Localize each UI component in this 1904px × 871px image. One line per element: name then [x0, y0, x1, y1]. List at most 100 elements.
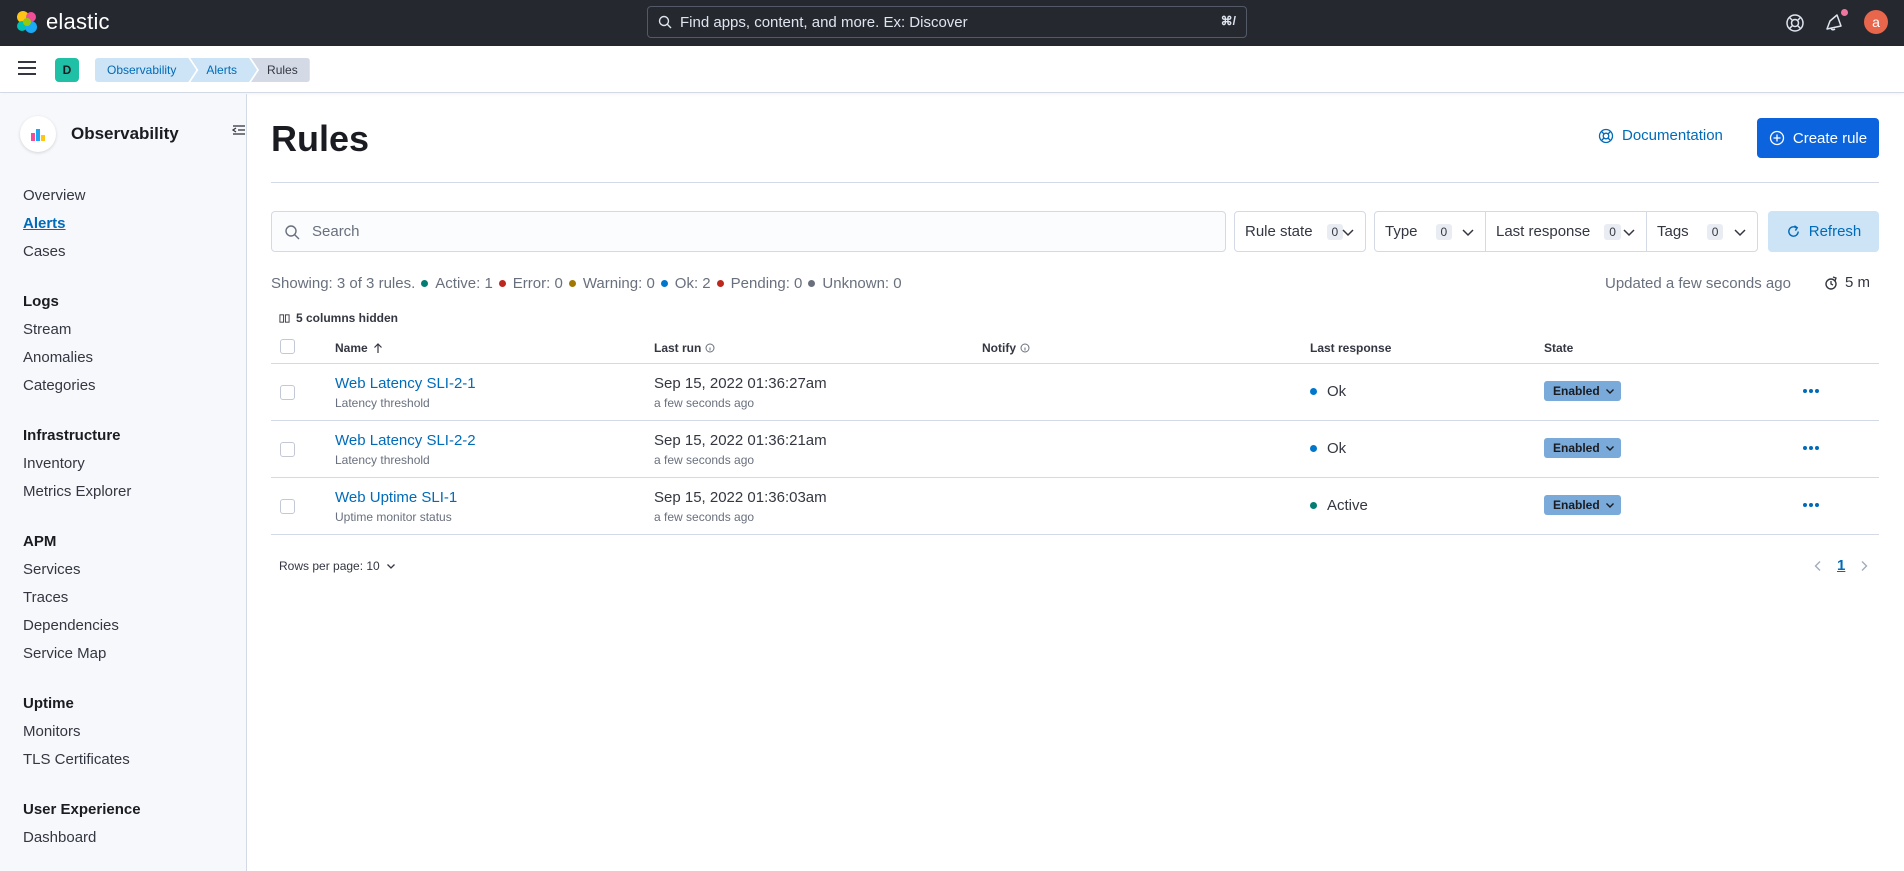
- type-filter-label: Type: [1385, 223, 1418, 240]
- rows-per-page-selector[interactable]: Rows per page: 10: [279, 559, 396, 573]
- info-icon: [705, 343, 715, 353]
- plus-in-circle-icon: [1769, 130, 1785, 146]
- observability-logo-icon: [20, 116, 56, 152]
- active-status-dot: [421, 280, 429, 287]
- sidebar-item-monitors[interactable]: Monitors: [23, 718, 233, 746]
- type-filter[interactable]: Type 0: [1374, 211, 1486, 252]
- top-header: elastic Find apps, content, and more. Ex…: [0, 0, 1904, 46]
- column-header-last-run[interactable]: Last run: [654, 341, 715, 355]
- showing-count: Showing: 3 of 3 rules.: [271, 275, 416, 292]
- sidebar-item-dependencies[interactable]: Dependencies: [23, 612, 233, 640]
- chevron-right-icon[interactable]: [1859, 560, 1869, 572]
- rule-name-link[interactable]: Web Latency SLI-2-2: [335, 432, 476, 449]
- column-header-notify-label: Notify: [982, 341, 1016, 355]
- more-actions-icon[interactable]: [1802, 388, 1820, 394]
- rules-search-input[interactable]: Search: [271, 211, 1226, 252]
- page-number-current[interactable]: 1: [1837, 557, 1845, 574]
- rule-type: Latency threshold: [335, 453, 430, 467]
- sidebar-item-anomalies[interactable]: Anomalies: [23, 344, 233, 372]
- ok-count: Ok: 2: [674, 275, 711, 292]
- sidebar-item-categories[interactable]: Categories: [23, 372, 233, 400]
- divider: [271, 182, 1879, 183]
- sidebar-group-logs: Logs: [23, 293, 59, 310]
- warning-count: Warning: 0: [582, 275, 655, 292]
- more-actions-icon[interactable]: [1802, 502, 1820, 508]
- column-header-last-run-label: Last run: [654, 341, 702, 355]
- rule-state-dropdown[interactable]: Enabled: [1544, 381, 1621, 401]
- sidebar-item-alerts[interactable]: Alerts: [23, 210, 233, 238]
- last-response-status: Active: [1310, 497, 1368, 514]
- column-header-name[interactable]: Name: [335, 341, 384, 355]
- create-rule-button[interactable]: Create rule: [1757, 118, 1879, 158]
- sidebar-item-service-map[interactable]: Service Map: [23, 640, 233, 668]
- sidebar-item-services[interactable]: Services: [23, 556, 233, 584]
- help-icon[interactable]: [1784, 12, 1806, 34]
- row-checkbox[interactable]: [280, 442, 295, 457]
- columns-icon: [279, 313, 290, 323]
- chevron-down-icon: [1605, 503, 1614, 508]
- last-response-label: Ok: [1327, 440, 1347, 457]
- more-actions-icon[interactable]: [1802, 445, 1820, 451]
- last-response-filter[interactable]: Last response 0: [1485, 211, 1647, 252]
- row-checkbox[interactable]: [280, 499, 295, 514]
- columns-hidden-toggle[interactable]: 5 columns hidden: [279, 311, 398, 325]
- table-row: Web Latency SLI-2-1 Latency threshold Se…: [271, 364, 1879, 421]
- row-checkbox[interactable]: [280, 385, 295, 400]
- menu-toggle-icon[interactable]: [18, 61, 36, 75]
- warning-status-dot: [568, 280, 576, 287]
- elastic-logo[interactable]: elastic: [14, 9, 110, 35]
- rule-state-dropdown[interactable]: Enabled: [1544, 438, 1621, 458]
- global-search[interactable]: Find apps, content, and more. Ex: Discov…: [647, 6, 1247, 38]
- table-row: Web Uptime SLI-1 Uptime monitor status S…: [271, 478, 1879, 535]
- rule-name-link[interactable]: Web Latency SLI-2-1: [335, 375, 476, 392]
- rule-name-link[interactable]: Web Uptime SLI-1: [335, 489, 457, 506]
- chevron-down-icon: [1734, 229, 1746, 237]
- breadcrumb-observability[interactable]: Observability: [95, 58, 196, 82]
- user-avatar[interactable]: a: [1864, 10, 1888, 34]
- last-run-date: Sep 15, 2022 01:36:27am: [654, 375, 827, 392]
- chevron-down-icon: [1605, 389, 1614, 394]
- rule-type: Latency threshold: [335, 396, 430, 410]
- side-nav-header: Observability: [20, 116, 179, 152]
- sidebar-group-uptime: Uptime: [23, 695, 74, 712]
- rule-state-filter[interactable]: Rule state 0: [1234, 211, 1366, 252]
- sidebar-item-overview[interactable]: Overview: [23, 182, 233, 210]
- chevron-left-icon[interactable]: [1813, 560, 1823, 572]
- refresh-interval[interactable]: 5 m: [1823, 274, 1870, 291]
- column-header-state[interactable]: State: [1544, 341, 1573, 355]
- column-header-name-label: Name: [335, 341, 368, 355]
- sidebar-item-stream[interactable]: Stream: [23, 316, 233, 344]
- sidebar-item-tls-certificates[interactable]: TLS Certificates: [23, 746, 233, 774]
- main-content: Rules Documentation Create rule Search R…: [248, 94, 1904, 871]
- column-header-notify[interactable]: Notify: [982, 341, 1030, 355]
- breadcrumb-alerts[interactable]: Alerts: [190, 58, 257, 82]
- rule-state-dropdown[interactable]: Enabled: [1544, 495, 1621, 515]
- sidebar-item-traces[interactable]: Traces: [23, 584, 233, 612]
- collapse-nav-icon[interactable]: [231, 122, 247, 138]
- space-avatar[interactable]: D: [55, 58, 79, 82]
- rule-type: Uptime monitor status: [335, 510, 452, 524]
- side-nav-list: Overview Alerts Cases Logs Stream Anomal…: [23, 182, 233, 852]
- sidebar-item-dashboard[interactable]: Dashboard: [23, 824, 233, 852]
- chevron-down-icon: [1342, 229, 1354, 237]
- chevron-down-icon: [1623, 229, 1635, 237]
- last-response-filter-label: Last response: [1496, 223, 1591, 240]
- chevron-down-icon: [1462, 229, 1474, 237]
- pending-status-dot: [716, 280, 724, 287]
- global-search-placeholder: Find apps, content, and more. Ex: Discov…: [680, 13, 968, 31]
- refresh-label: Refresh: [1808, 223, 1862, 240]
- refresh-button[interactable]: Refresh: [1768, 211, 1879, 252]
- sidebar-item-cases[interactable]: Cases: [23, 238, 233, 266]
- column-header-last-response[interactable]: Last response: [1310, 341, 1391, 355]
- sidebar-item-inventory[interactable]: Inventory: [23, 450, 233, 478]
- search-icon: [658, 15, 672, 29]
- tags-filter[interactable]: Tags 0: [1646, 211, 1758, 252]
- documentation-link[interactable]: Documentation: [1598, 127, 1723, 144]
- last-response-label: Active: [1327, 497, 1368, 514]
- columns-hidden-label: 5 columns hidden: [296, 311, 399, 325]
- sidebar-item-metrics-explorer[interactable]: Metrics Explorer: [23, 478, 233, 506]
- rules-search-placeholder: Search: [312, 223, 360, 240]
- select-all-checkbox[interactable]: [280, 339, 295, 354]
- chevron-down-icon: [1605, 446, 1614, 451]
- last-response-status: Ok: [1310, 383, 1346, 400]
